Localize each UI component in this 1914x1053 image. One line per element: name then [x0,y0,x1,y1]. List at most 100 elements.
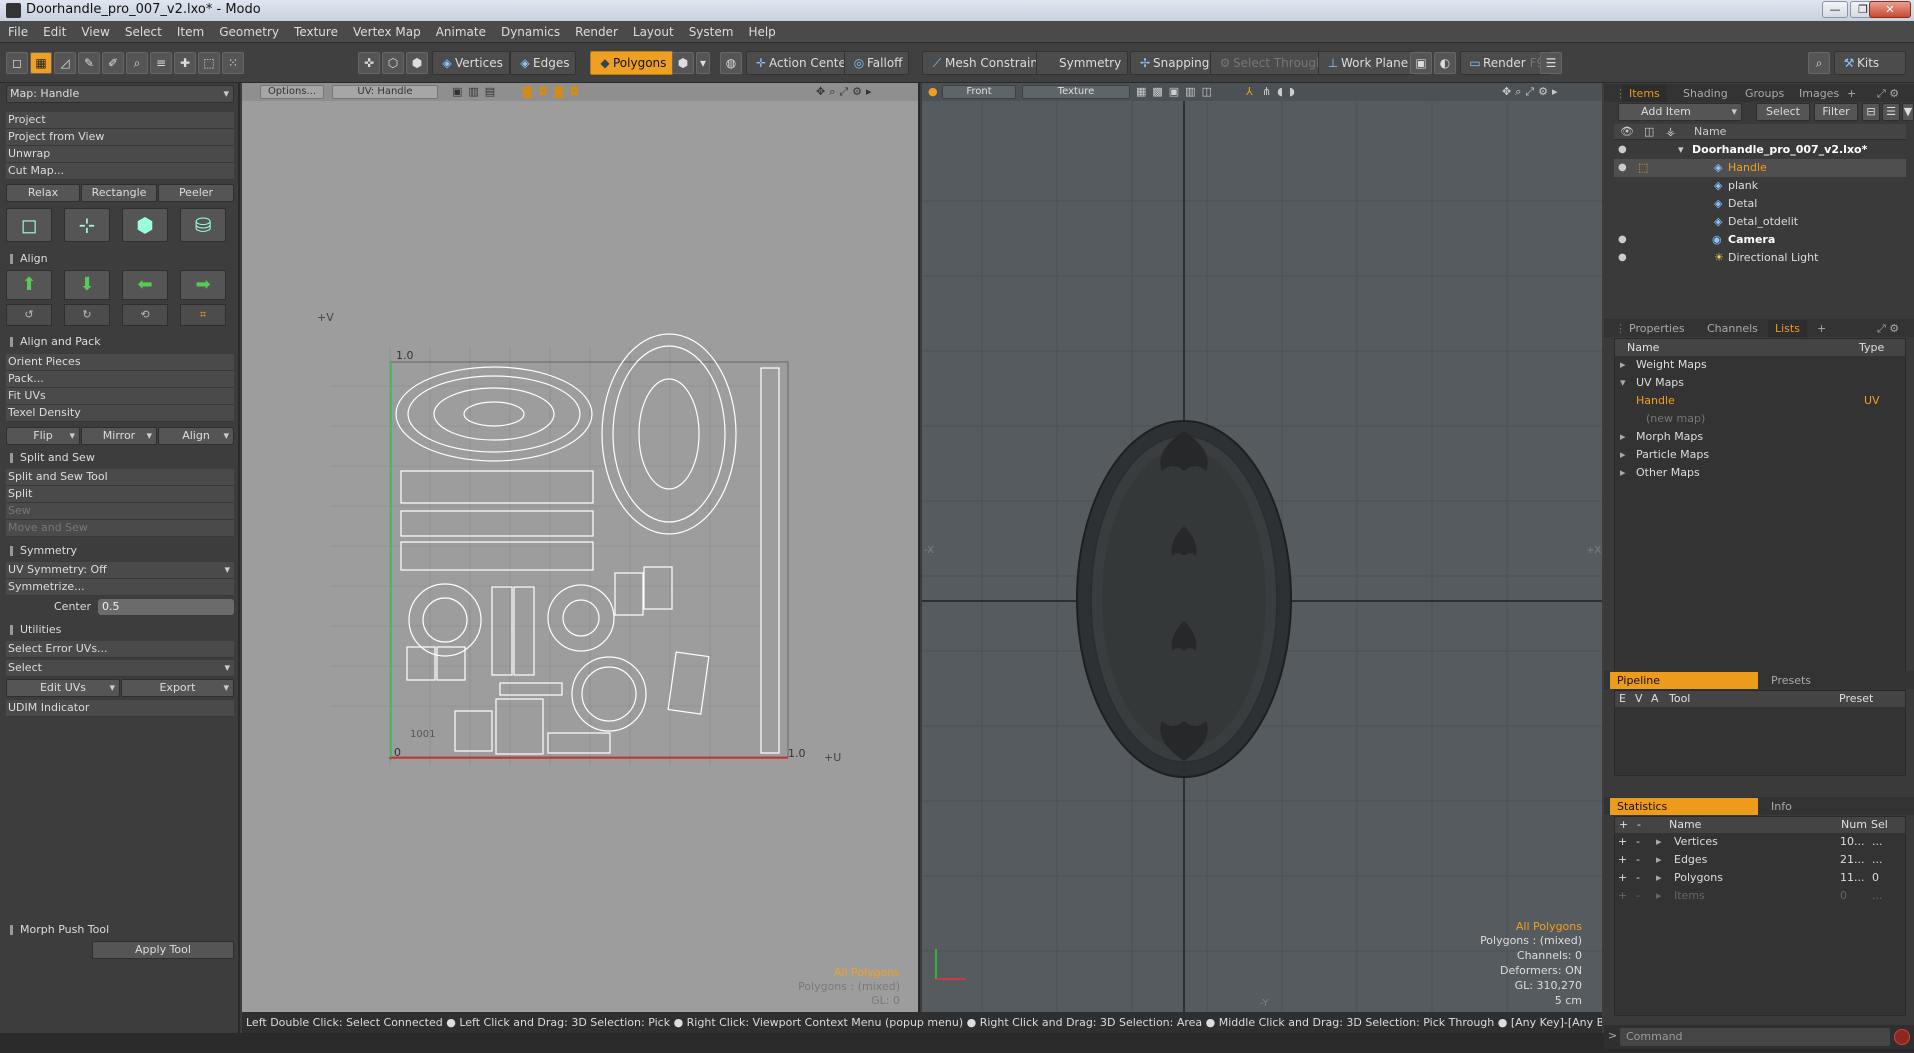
export-dropdown[interactable]: Export [121,679,234,697]
list-row-handle-uv[interactable]: Handle UV [1614,392,1906,410]
active-view-icon[interactable]: ⅄ [1246,85,1253,98]
options-button[interactable]: Options... [260,85,324,99]
sew-button[interactable]: Sew [6,503,234,520]
search-icon[interactable]: ⌕ [1808,52,1830,74]
add-tab-icon[interactable]: + [1840,85,1863,102]
items-select-button[interactable]: Select [1756,103,1810,121]
align-down-icon[interactable]: ⬇ [64,270,110,300]
eye-icon[interactable]: ● [1618,252,1630,264]
mode-dropdown-icon[interactable]: ▾ [696,52,710,74]
uv-box-icon[interactable]: ◻ [6,208,52,242]
panel-options-icon[interactable]: ⤢ ⚙ [1870,320,1906,337]
map-dropdown[interactable]: Map: Handle [6,85,234,103]
edit-uvs-dropdown[interactable]: Edit UVs [6,679,120,697]
tree-row-detal-otdelit[interactable]: ◈ Detal_otdelit [1614,213,1906,231]
unwrap-button[interactable]: Unwrap [6,146,234,163]
align-up-icon[interactable]: ⬆ [6,270,52,300]
materials-mode-icon[interactable]: ⬢ [672,52,694,74]
add-icon[interactable]: + [1618,833,1627,851]
tab-lists[interactable]: Lists [1768,320,1807,337]
kits-button[interactable]: ⚒ Kits [1834,51,1906,75]
tab-properties[interactable]: Properties [1622,320,1692,337]
tree-row-plank[interactable]: ◈ plank [1614,177,1906,195]
dots-icon[interactable]: ⁙ [222,52,244,74]
uv-viewport[interactable]: Options... UV: Handle ▣▥▤ ◙◘◙◘ ✥⌕⤢⚙▸ +V … [242,83,920,1012]
align-right-icon[interactable]: ➡ [180,270,226,300]
menu-geometry[interactable]: Geometry [211,21,286,43]
item-mode-icon[interactable]: ⬡ [382,52,404,74]
uv-transform-icon[interactable]: ⊹ [64,208,110,242]
select-error-uvs-button[interactable]: Select Error UVs... [6,641,234,658]
add-item-dropdown[interactable]: Add Item [1618,103,1742,121]
remove-icon[interactable]: - [1636,887,1640,905]
rotate-icon[interactable]: ⟲ [122,304,168,326]
view-option-icons[interactable]: ▦▩▣▥◫ [1136,85,1218,98]
layers-stack-icon[interactable]: ☰ [1540,52,1562,74]
eye-icon[interactable]: ● [1618,162,1630,174]
add-icon[interactable]: + [1618,887,1627,905]
pack-button[interactable]: Pack... [6,371,234,388]
expand-icon[interactable]: ▸ [1620,464,1626,482]
symmetry-button[interactable]: Symmetry [1036,51,1129,75]
stats-row-items[interactable]: + - ▸ Items 0... [1614,887,1906,905]
uv-view-icons[interactable]: ▣▥▤ [452,85,501,98]
flip-dropdown[interactable]: Flip [6,427,80,445]
texel-density-button[interactable]: Texel Density [6,405,234,422]
eye-icon[interactable]: ● [1618,234,1630,246]
symmetry-header[interactable]: Symmetry [6,542,234,560]
viewport-dot-icon[interactable]: ● [928,85,938,98]
panel-options-icon[interactable]: ⤢ ⚙ [1870,85,1906,102]
close-button[interactable]: ✕ [1869,1,1911,18]
expand-icon[interactable]: ▸ [1656,887,1662,905]
rotate-cw-icon[interactable]: ↻ [64,304,110,326]
split-sew-header[interactable]: Split and Sew [6,449,234,467]
expand-icon[interactable]: ▸ [1620,356,1626,374]
menu-file[interactable]: File [0,21,35,43]
align-pack-header[interactable]: Align and Pack [6,333,234,351]
command-input[interactable]: Command [1620,1028,1890,1046]
grid-icon[interactable]: ▦ [30,52,52,74]
menu-dynamics[interactable]: Dynamics [493,21,567,43]
uv-display-icons[interactable]: ◙◘◙◘ [522,85,585,98]
tab-shading[interactable]: Shading [1676,85,1735,102]
action-center-button[interactable]: ✛ Action Center [746,51,858,75]
menu-edit[interactable]: Edit [35,21,73,43]
list-row-other-maps[interactable]: ▸ Other Maps [1614,464,1906,482]
select-through-button[interactable]: ⚙ Select Through [1210,51,1331,75]
lock-icon[interactable]: ⬚ [1638,159,1648,177]
select-dropdown[interactable]: Select [6,660,234,677]
uv-map-button[interactable]: UV: Handle [332,85,438,99]
stats-remove-icon[interactable]: - [1637,818,1641,831]
mirror-dropdown[interactable]: Mirror [81,427,157,445]
view-toggle-icons[interactable]: ⋔◖◗ [1262,85,1301,98]
center-field[interactable]: 0.5 [98,599,234,615]
project-button[interactable]: Project [6,112,234,129]
remove-icon[interactable]: - [1636,833,1640,851]
menu-item[interactable]: Item [169,21,211,43]
add-icon[interactable]: + [1618,869,1627,887]
tab-presets[interactable]: Presets [1764,672,1818,689]
falloff-button[interactable]: ◎ Falloff [844,51,910,75]
expand-icon[interactable]: ▸ [1656,869,1662,887]
transform-icon[interactable]: ✜ [358,52,380,74]
menu-layout[interactable]: Layout [625,21,681,43]
align-header[interactable]: Align [6,250,234,268]
menu-render[interactable]: Render [567,21,625,43]
eye-icon[interactable]: ● [1618,144,1630,156]
frame-icon[interactable]: ⬚ [198,52,220,74]
tree-row-camera[interactable]: ● ◉ Camera [1614,231,1906,249]
magnify-icon[interactable]: ⌕ [126,52,148,74]
tab-info[interactable]: Info [1764,798,1799,815]
preview-icon[interactable]: ▣ [1410,52,1432,74]
tab-groups[interactable]: Groups [1738,85,1791,102]
cut-map-button[interactable]: Cut Map... [6,163,234,180]
relax-button[interactable]: Relax [6,184,80,202]
menu-animate[interactable]: Animate [428,21,493,43]
peeler-button[interactable]: Peeler [158,184,234,202]
menu-select[interactable]: Select [117,21,169,43]
uv-bucket-icon[interactable]: ⛁ [180,208,226,242]
menu-vertex-map[interactable]: Vertex Map [345,21,428,43]
front-view-button[interactable]: Front [942,85,1016,99]
fit-uvs-button[interactable]: Fit UVs [6,388,234,405]
tree-row-detal[interactable]: ◈ Detal [1614,195,1906,213]
